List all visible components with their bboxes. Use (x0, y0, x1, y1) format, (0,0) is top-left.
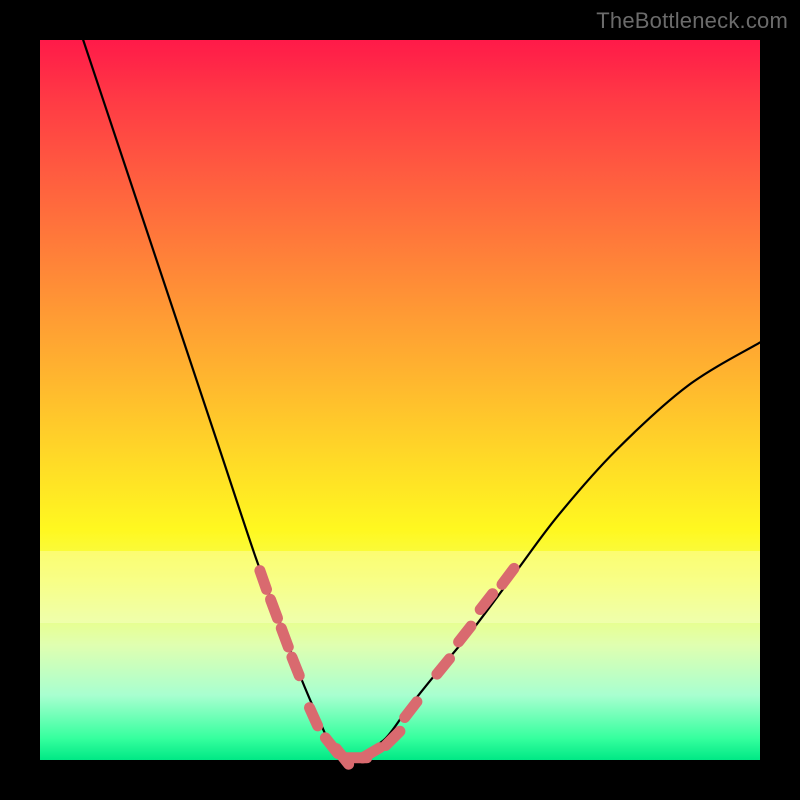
chart-frame: TheBottleneck.com (0, 0, 800, 800)
curve-marker (310, 708, 318, 726)
curve-marker (260, 571, 267, 590)
bottleneck-curve-line (83, 40, 760, 760)
curve-marker (405, 702, 417, 718)
curve-markers (260, 568, 514, 764)
curve-marker (271, 599, 278, 618)
curve-marker (437, 659, 450, 674)
plot-area (40, 40, 760, 760)
curve-marker (386, 731, 400, 745)
curve-marker (502, 568, 514, 584)
curve-marker (281, 628, 288, 647)
curve-marker (363, 748, 380, 758)
bottleneck-curve-svg (40, 40, 760, 760)
curve-marker (292, 657, 299, 676)
curve-marker (459, 626, 471, 642)
watermark-text: TheBottleneck.com (596, 8, 788, 34)
